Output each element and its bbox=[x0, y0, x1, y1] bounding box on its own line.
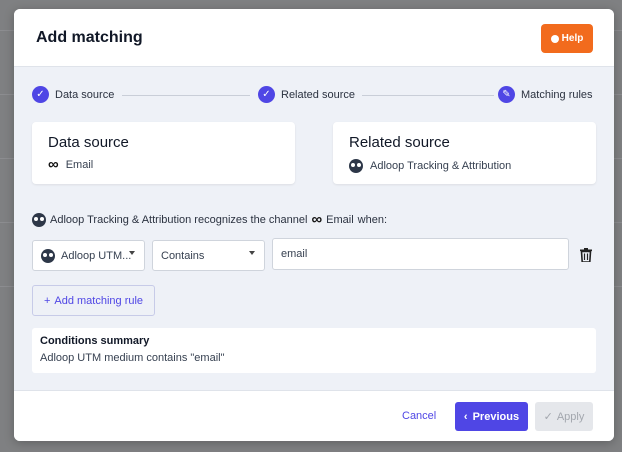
rule-description-prefix: Adloop Tracking & Attribution recognizes… bbox=[50, 214, 308, 226]
field-select[interactable]: Adloop UTM... bbox=[32, 240, 145, 271]
check-icon: ✓ bbox=[543, 411, 553, 423]
related-source-card: Related source Adloop Tracking & Attribu… bbox=[333, 122, 596, 184]
help-label: Help bbox=[561, 33, 584, 44]
step-related-source: ✓ Related source bbox=[258, 86, 355, 103]
rule-description-suffix: when: bbox=[357, 214, 388, 226]
modal-title: Add matching bbox=[36, 29, 143, 46]
step-connector bbox=[362, 95, 494, 96]
previous-label: Previous bbox=[472, 410, 520, 423]
add-matching-rule-button[interactable]: + Add matching rule bbox=[32, 285, 155, 316]
apply-label: Apply bbox=[556, 410, 585, 423]
add-matching-modal: Add matching Help ✓ Data source ✓ Relate… bbox=[14, 9, 614, 441]
help-icon bbox=[550, 34, 559, 43]
step-matching-rules: ✎ Matching rules bbox=[498, 86, 593, 103]
rule-description: Adloop Tracking & Attribution recognizes… bbox=[32, 211, 388, 228]
check-icon: ✓ bbox=[258, 86, 275, 103]
card-value: Adloop Tracking & Attribution bbox=[349, 159, 511, 173]
plus-icon: + bbox=[43, 294, 51, 307]
add-matching-rule-label: Add matching rule bbox=[54, 294, 144, 307]
operator-select[interactable]: Contains bbox=[152, 240, 265, 271]
field-select-value: Adloop UTM... bbox=[61, 249, 132, 262]
step-label: Matching rules bbox=[521, 88, 593, 101]
check-icon: ✓ bbox=[32, 86, 49, 103]
infinity-icon: ∞ bbox=[48, 156, 59, 173]
help-button[interactable]: Help bbox=[541, 24, 593, 53]
apply-button[interactable]: ✓ Apply bbox=[535, 402, 593, 431]
card-value-label: Adloop Tracking & Attribution bbox=[370, 160, 512, 172]
match-value-input[interactable]: email bbox=[272, 238, 569, 270]
conditions-summary: Conditions summary Adloop UTM medium con… bbox=[32, 328, 596, 373]
step-label: Data source bbox=[55, 88, 115, 101]
chevron-down-icon bbox=[129, 251, 135, 255]
cancel-button[interactable]: Cancel bbox=[402, 410, 436, 422]
owl-icon bbox=[32, 213, 46, 227]
card-value-label: Email bbox=[65, 159, 94, 171]
rule-description-channel: Email bbox=[326, 214, 354, 226]
owl-icon bbox=[349, 159, 363, 173]
data-source-card: Data source ∞ Email bbox=[32, 122, 295, 184]
previous-button[interactable]: ‹ Previous bbox=[455, 402, 528, 431]
operator-select-value: Contains bbox=[161, 249, 205, 262]
card-title: Related source bbox=[349, 134, 450, 151]
pencil-icon: ✎ bbox=[498, 86, 515, 103]
infinity-icon: ∞ bbox=[311, 211, 323, 228]
owl-icon bbox=[41, 248, 55, 263]
card-title: Data source bbox=[48, 134, 129, 151]
summary-text: Adloop UTM medium contains "email" bbox=[40, 352, 225, 364]
summary-title: Conditions summary bbox=[40, 335, 150, 347]
chevron-left-icon: ‹ bbox=[463, 410, 468, 423]
trash-icon[interactable] bbox=[580, 248, 592, 262]
match-value-text: email bbox=[281, 248, 308, 260]
step-label: Related source bbox=[281, 88, 355, 101]
step-connector bbox=[122, 95, 250, 96]
card-value: ∞ Email bbox=[48, 156, 94, 173]
modal-footer: Cancel ‹ Previous ✓ Apply bbox=[14, 390, 614, 441]
modal-header: Add matching Help bbox=[14, 9, 614, 67]
step-data-source: ✓ Data source bbox=[32, 86, 114, 103]
chevron-down-icon bbox=[249, 251, 255, 255]
